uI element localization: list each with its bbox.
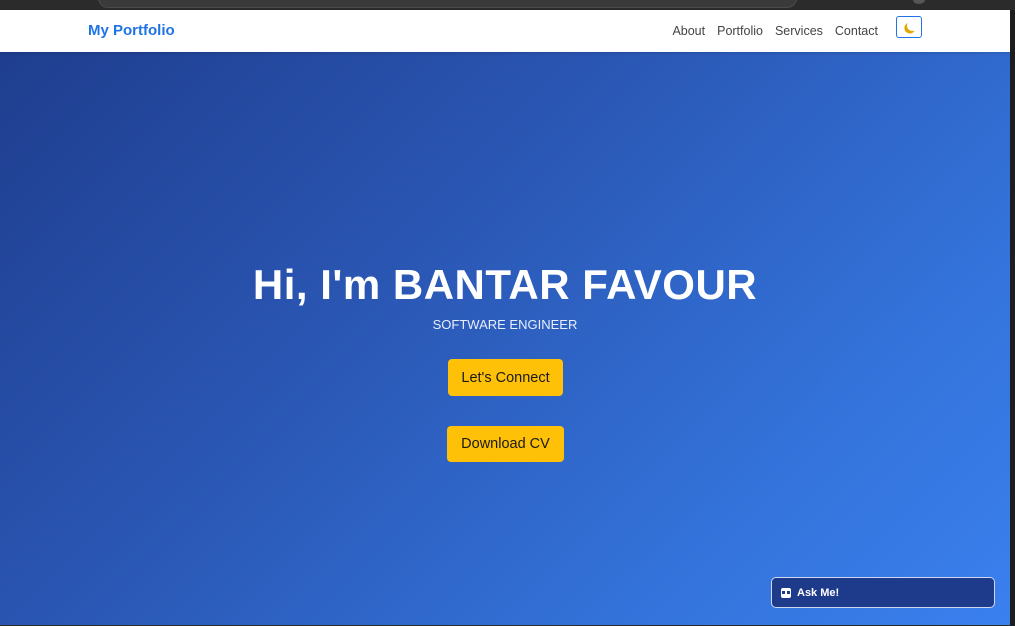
hero-subtitle: SOFTWARE ENGINEER — [432, 317, 578, 332]
window-edge — [1010, 10, 1015, 626]
page: My Portfolio About Portfolio Services Co… — [0, 10, 1010, 625]
nav-links: About Portfolio Services Contact — [672, 24, 878, 38]
nav-link-about[interactable]: About — [672, 24, 705, 38]
nav-link-contact[interactable]: Contact — [835, 24, 878, 38]
browser-top-bar — [0, 0, 1015, 10]
browser-address-bar[interactable] — [98, 0, 797, 8]
moon-icon — [906, 19, 919, 32]
navbar: My Portfolio About Portfolio Services Co… — [0, 10, 1010, 52]
nav-link-services[interactable]: Services — [775, 24, 823, 38]
hero-section: Hi, I'm BANTAR FAVOUR SOFTWARE ENGINEER … — [0, 52, 1010, 625]
download-cv-button[interactable]: Download CV — [447, 426, 564, 462]
nav-link-portfolio[interactable]: Portfolio — [717, 24, 763, 38]
brand-logo[interactable]: My Portfolio — [88, 22, 175, 39]
robot-icon — [781, 587, 791, 598]
theme-toggle-button[interactable] — [896, 16, 922, 38]
hero-title: Hi, I'm BANTAR FAVOUR — [252, 261, 758, 308]
chat-widget-button[interactable]: Ask Me! — [771, 577, 995, 608]
lets-connect-button[interactable]: Let's Connect — [448, 359, 563, 396]
chat-widget-label: Ask Me! — [797, 586, 840, 599]
profile-icon[interactable] — [913, 0, 925, 4]
